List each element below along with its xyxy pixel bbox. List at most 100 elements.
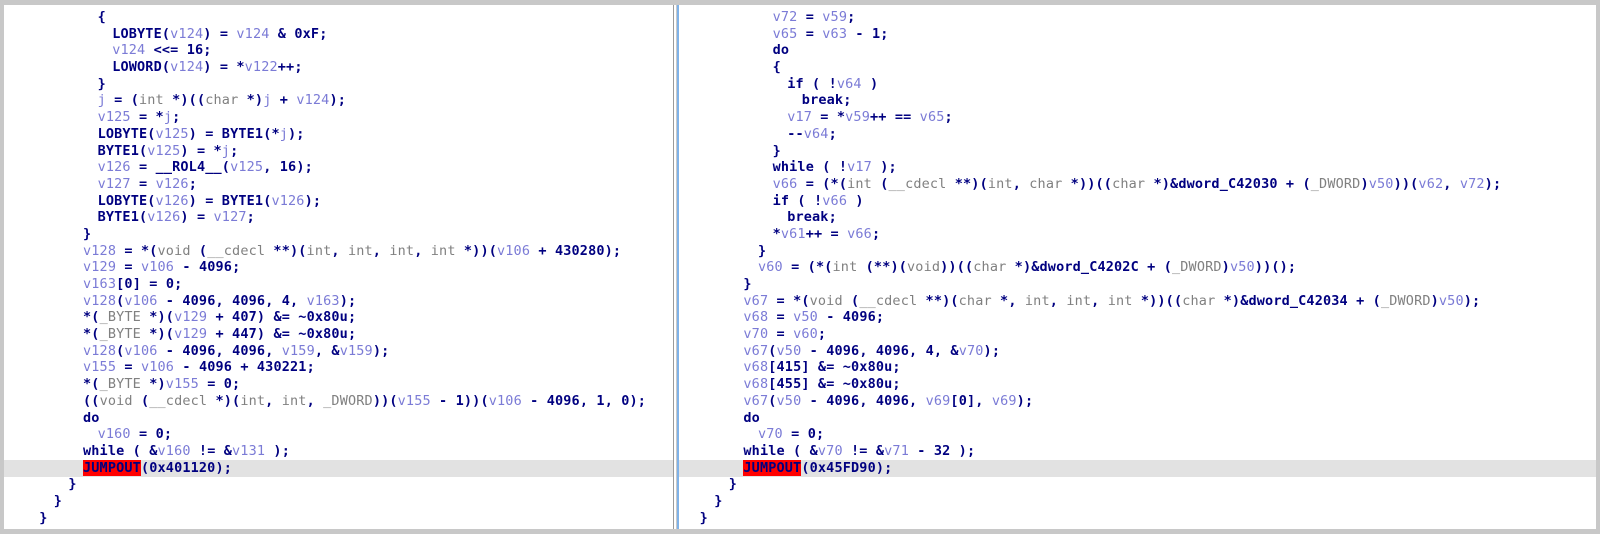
variable-token[interactable]: v126 <box>156 193 189 209</box>
code-line[interactable]: *(_BYTE *)v155 = 0; <box>4 376 673 393</box>
variable-token[interactable]: v69 <box>992 393 1017 409</box>
code-line[interactable]: } <box>4 76 673 93</box>
variable-token[interactable]: v61 <box>781 226 806 242</box>
variable-token[interactable]: v50 <box>777 343 802 359</box>
variable-token[interactable]: v155 <box>83 359 116 375</box>
code-line[interactable]: while ( &v160 != &v131 ); <box>4 443 673 460</box>
variable-token[interactable]: v62 <box>1418 176 1443 192</box>
code-line[interactable]: *(_BYTE *)(v129 + 447) &= ~0x80u; <box>4 326 673 343</box>
code-line[interactable]: v128 = *(void (__cdecl **)(int, int, int… <box>4 243 673 260</box>
code-line[interactable]: } <box>679 493 1596 510</box>
variable-token[interactable]: v71 <box>884 443 909 459</box>
variable-token[interactable]: v68 <box>743 309 768 325</box>
variable-token[interactable]: v106 <box>141 259 174 275</box>
code-line[interactable]: v128(v106 - 4096, 4096, 4, v163); <box>4 293 673 310</box>
variable-token[interactable]: v72 <box>773 9 798 25</box>
variable-token[interactable]: v131 <box>232 443 265 459</box>
variable-token[interactable]: v160 <box>158 443 191 459</box>
variable-token[interactable]: v124 <box>170 26 203 42</box>
variable-token[interactable]: v66 <box>773 176 798 192</box>
code-line[interactable]: v70 = v60; <box>679 326 1596 343</box>
variable-token[interactable]: v17 <box>787 109 812 125</box>
variable-token[interactable]: v50 <box>793 309 818 325</box>
code-line[interactable]: BYTE1(v126) = v127; <box>4 209 673 226</box>
code-line[interactable]: } <box>679 143 1596 160</box>
variable-token[interactable]: v50 <box>1230 259 1255 275</box>
code-line[interactable]: if ( !v66 ) <box>679 193 1596 210</box>
code-line[interactable]: v70 = 0; <box>679 426 1596 443</box>
variable-token[interactable]: v66 <box>822 193 847 209</box>
variable-token[interactable]: v65 <box>920 109 945 125</box>
code-line[interactable]: } <box>679 243 1596 260</box>
code-line[interactable]: break; <box>679 92 1596 109</box>
variable-token[interactable]: v65 <box>773 26 798 42</box>
variable-token[interactable]: v163 <box>307 293 340 309</box>
code-line[interactable]: j = (int *)((char *)j + v124); <box>4 92 673 109</box>
code-line[interactable]: BYTE1(v125) = *j; <box>4 143 673 160</box>
variable-token[interactable]: v50 <box>777 393 802 409</box>
variable-token[interactable]: v106 <box>141 359 174 375</box>
code-line[interactable]: ((void (__cdecl *)(int, int, _DWORD))(v1… <box>4 393 673 410</box>
pseudocode-pane-left[interactable]: {LOBYTE(v124) = v124 & 0xF; v124 <<= 16; L… <box>4 5 673 529</box>
variable-token[interactable]: v64 <box>837 76 862 92</box>
variable-token[interactable]: v70 <box>758 426 783 442</box>
variable-token[interactable]: j <box>164 109 172 125</box>
code-line[interactable]: { <box>4 9 673 26</box>
code-line[interactable]: JUMPOUT(0x401120); <box>4 459 673 477</box>
variable-token[interactable]: v70 <box>959 343 984 359</box>
global-symbol[interactable]: dword_C42030 <box>1178 176 1277 192</box>
code-line[interactable]: while ( &v70 != &v71 - 32 ); <box>679 443 1596 460</box>
variable-token[interactable]: v125 <box>147 143 180 159</box>
code-line[interactable]: if ( !v64 ) <box>679 76 1596 93</box>
variable-token[interactable]: v70 <box>743 326 768 342</box>
variable-token[interactable]: v72 <box>1460 176 1485 192</box>
variable-token[interactable]: v50 <box>1369 176 1394 192</box>
variable-token[interactable]: v67 <box>743 343 768 359</box>
code-line[interactable]: { <box>679 59 1596 76</box>
variable-token[interactable]: j <box>222 143 230 159</box>
code-line[interactable]: v60 = (*(int (**)(void))((char *)&dword_… <box>679 259 1596 276</box>
global-symbol[interactable]: dword_C4202C <box>1040 259 1139 275</box>
jumpout-marker[interactable]: JUMPOUT <box>83 459 141 476</box>
code-line[interactable]: *v61++ = v66; <box>679 226 1596 243</box>
code-line[interactable]: break; <box>679 209 1596 226</box>
code-line[interactable]: v68 = v50 - 4096; <box>679 309 1596 326</box>
variable-token[interactable]: v124 <box>296 92 329 108</box>
code-line[interactable]: v68[455] &= ~0x80u; <box>679 376 1596 393</box>
code-line[interactable]: v68[415] &= ~0x80u; <box>679 359 1596 376</box>
code-line[interactable]: LOBYTE(v124) = v124 & 0xF; <box>4 26 673 43</box>
code-line[interactable]: } <box>679 510 1596 527</box>
variable-token[interactable]: v60 <box>758 259 783 275</box>
variable-token[interactable]: v155 <box>398 393 431 409</box>
variable-token[interactable]: v50 <box>1439 293 1464 309</box>
code-line[interactable]: v126 = __ROL4__(v125, 16); <box>4 159 673 176</box>
variable-token[interactable]: v67 <box>743 393 768 409</box>
code-line[interactable]: v67(v50 - 4096, 4096, v69[0], v69); <box>679 393 1596 410</box>
code-line[interactable]: } <box>679 276 1596 293</box>
variable-token[interactable]: v59 <box>845 109 870 125</box>
variable-token[interactable]: v155 <box>166 376 199 392</box>
code-line[interactable]: v124 <<= 16; <box>4 42 673 59</box>
code-line[interactable]: LOBYTE(v126) = BYTE1(v126); <box>4 193 673 210</box>
code-line[interactable]: v163[0] = 0; <box>4 276 673 293</box>
variable-token[interactable]: v126 <box>156 176 189 192</box>
code-line[interactable]: v155 = v106 - 4096 + 430221; <box>4 359 673 376</box>
code-line[interactable]: } <box>4 226 673 243</box>
variable-token[interactable]: v128 <box>83 293 116 309</box>
code-lines-right[interactable]: v72 = v59; v65 = v63 - 1; do{if ( !v64 ) br… <box>679 5 1596 526</box>
code-line[interactable]: v129 = v106 - 4096; <box>4 259 673 276</box>
jumpout-marker[interactable]: JUMPOUT <box>743 459 802 476</box>
code-line[interactable]: v127 = v126; <box>4 176 673 193</box>
variable-token[interactable]: v124 <box>112 42 145 58</box>
code-line[interactable]: v67 = *(void (__cdecl **)(char *, int, i… <box>679 293 1596 310</box>
variable-token[interactable]: v59 <box>822 9 847 25</box>
code-line[interactable]: do <box>679 42 1596 59</box>
variable-token[interactable]: v60 <box>793 326 818 342</box>
code-line[interactable]: v67(v50 - 4096, 4096, 4, &v70); <box>679 343 1596 360</box>
variable-token[interactable]: v67 <box>743 293 768 309</box>
code-line[interactable]: v128(v106 - 4096, 4096, v159, &v159); <box>4 343 673 360</box>
variable-token[interactable]: v163 <box>83 276 116 292</box>
pseudocode-pane-right[interactable]: v72 = v59; v65 = v63 - 1; do{if ( !v64 ) br… <box>677 5 1596 529</box>
code-line[interactable]: while ( !v17 ); <box>679 159 1596 176</box>
variable-token[interactable]: v127 <box>214 209 247 225</box>
